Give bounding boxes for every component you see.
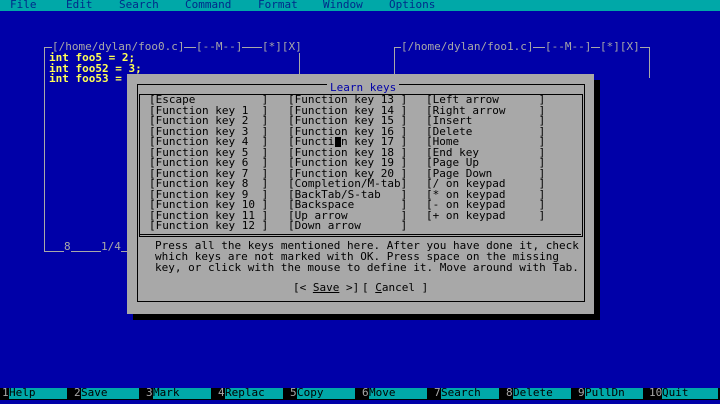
learn-keys-dialog: Learn keys [Escape ] [Function key 1 ] [… [127,74,594,314]
fkey-label: Replac [225,387,283,399]
fkey-label: Copy [297,387,355,399]
cancel-button-prefix: [ [362,281,376,294]
fkey-label: Mark [153,387,211,399]
menu-search[interactable]: Search [119,0,159,11]
menu-edit[interactable]: Edit [66,0,93,11]
fkey-label: Delete [513,387,571,399]
fkey-number: 9 [578,386,585,399]
save-button[interactable]: [< Save >] [293,281,360,294]
pane-left-window-buttons[interactable]: [*][X] [262,41,302,53]
save-button-prefix: [< [293,281,313,294]
fkey-number: 1 [2,386,9,399]
help-text-line: key, or click with the mouse to define i… [155,261,579,274]
fkey-label: Quit [662,387,718,399]
key-keypad-plus[interactable]: [+ on keypad ] [426,210,545,222]
fkey-label: Move [369,387,427,399]
fkey-number: 2 [74,386,81,399]
dialog-title: Learn keys [327,82,400,94]
cancel-button-label: ancel [381,281,415,294]
menubar: File Edit Search Command Format Window O… [0,0,720,11]
fkey-number: 7 [434,386,441,399]
function-key-bar: 1 Help 2 Save 3 Mark 4 Replac 5 Copy 6 Move 7S… [0,386,720,400]
status-line-number: 8 [64,240,71,253]
menu-options[interactable]: Options [389,0,435,11]
key-f12[interactable]: [Function key 12 ] [149,220,268,232]
cancel-button[interactable]: [ Cancel ] [362,281,429,294]
fkey-label: Help [9,387,67,399]
fkey-number: 8 [506,386,513,399]
menu-window[interactable]: Window [323,0,363,11]
pane-left-mode: [--M--] [196,40,243,53]
save-button-suffix: >] [339,281,360,294]
fkey-number: 5 [290,386,297,399]
key-down-arrow[interactable]: [Down arrow ] [288,220,407,232]
pane-right-window-buttons[interactable]: [*][X] [600,41,640,53]
cancel-button-suffix: ] [415,281,429,294]
save-button-label: Save [312,281,340,294]
pane-right-path[interactable]: [/home/dylan/foo1.c] [401,41,534,53]
menu-command[interactable]: Command [185,0,231,11]
status-position: 1/4 [101,240,121,253]
fkey-number: 4 [218,386,225,399]
fkey-number: 3 [146,386,153,399]
menu-file[interactable]: File [10,0,37,11]
fkey-label: PullDn [585,387,643,399]
menu-format[interactable]: Format [258,0,298,11]
text-cursor [335,137,341,147]
pane-right-mode: [--M--] [545,40,592,53]
fkey-label: Save [81,387,139,399]
fkey-label: Search [441,387,499,399]
fkey-number: 6 [362,386,369,399]
fkey-number: 10 [649,386,663,399]
code-line[interactable]: int foo53 = 4 [49,73,135,85]
cancel-button-hotkey: C [375,281,382,294]
